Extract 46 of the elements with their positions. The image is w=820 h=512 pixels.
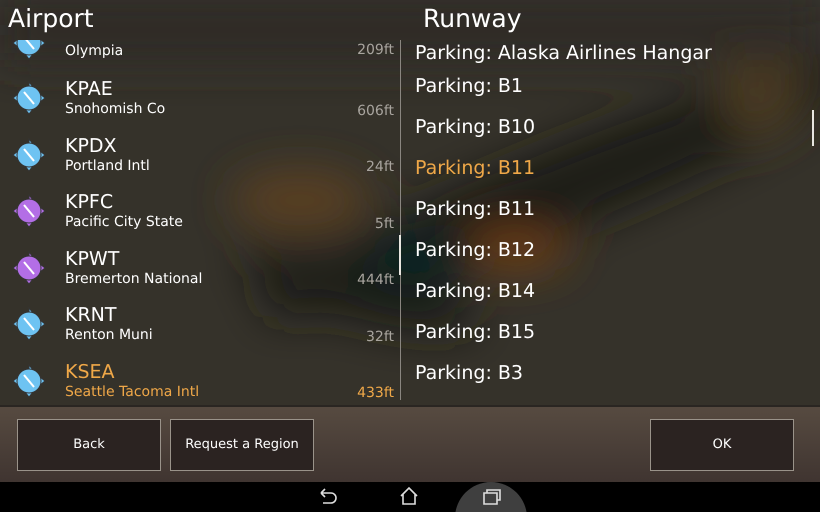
- elevation: 209ft: [357, 42, 394, 58]
- runway-item[interactable]: Parking: B11: [415, 148, 820, 189]
- elevation: 5ft: [374, 216, 394, 232]
- runway-item[interactable]: Parking: B14: [415, 271, 820, 312]
- runway-item[interactable]: Parking: Alaska Airlines Hangar: [415, 40, 820, 66]
- airport-item[interactable]: KPWT Bremerton National 444ft: [0, 240, 400, 296]
- airport-code: KPDX: [65, 134, 118, 157]
- elevation: 606ft: [357, 102, 394, 118]
- elevation: 24ft: [366, 159, 394, 175]
- airport-name: Renton Muni: [65, 326, 154, 344]
- airport-item[interactable]: KPDX Portland Intl 24ft: [0, 126, 400, 183]
- elevation: 433ft: [357, 385, 394, 400]
- airport-name: Snohomish Co: [65, 100, 166, 118]
- airport-name: Seattle Tacoma Intl: [65, 382, 200, 400]
- runway-item[interactable]: Parking: B12: [415, 230, 820, 271]
- scrollbar-thumb[interactable]: [812, 110, 814, 146]
- airport-name: Olympia: [65, 42, 124, 60]
- home-icon[interactable]: [399, 486, 419, 506]
- recents-icon[interactable]: [482, 488, 502, 506]
- airport-code: KSEA: [65, 360, 116, 383]
- runway-item[interactable]: Parking: B3: [415, 353, 820, 394]
- airport-item[interactable]: KSEA Seattle Tacoma Intl 433ft: [0, 352, 400, 400]
- runway-item[interactable]: Parking: B15: [415, 312, 820, 353]
- airport-code: KRNT: [65, 304, 118, 326]
- back-icon[interactable]: [318, 488, 338, 506]
- request-region-button[interactable]: Request a Region: [170, 418, 314, 470]
- back-button[interactable]: Back: [17, 418, 161, 470]
- airport-code: KPWT: [65, 248, 120, 270]
- ok-button[interactable]: OK: [650, 418, 794, 470]
- panel-title: Airport: [7, 3, 94, 35]
- elevation: 32ft: [366, 328, 394, 344]
- airport-item[interactable]: Olympia 209ft: [0, 40, 400, 70]
- airport-name: Portland Intl: [65, 156, 151, 175]
- runway-item[interactable]: Parking: B10: [415, 107, 820, 148]
- airport-code: KPAE: [65, 78, 114, 100]
- airport-item[interactable]: KPFC Pacific City State 5ft: [0, 183, 400, 240]
- airport-item[interactable]: KPAE Snohomish Co 606ft: [0, 70, 400, 126]
- airport-item[interactable]: KRNT Renton Muni 32ft: [0, 296, 400, 352]
- elevation: 444ft: [357, 272, 394, 288]
- airport-name: Pacific City State: [65, 213, 184, 232]
- airport-code: KPFC: [65, 191, 114, 214]
- panel-title: Runway: [422, 3, 522, 35]
- runway-item[interactable]: Parking: B1: [415, 66, 820, 107]
- airport-name: Bremerton National: [65, 270, 204, 288]
- scrollbar-thumb[interactable]: [399, 235, 401, 275]
- runway-item[interactable]: Parking: B11: [415, 189, 820, 230]
